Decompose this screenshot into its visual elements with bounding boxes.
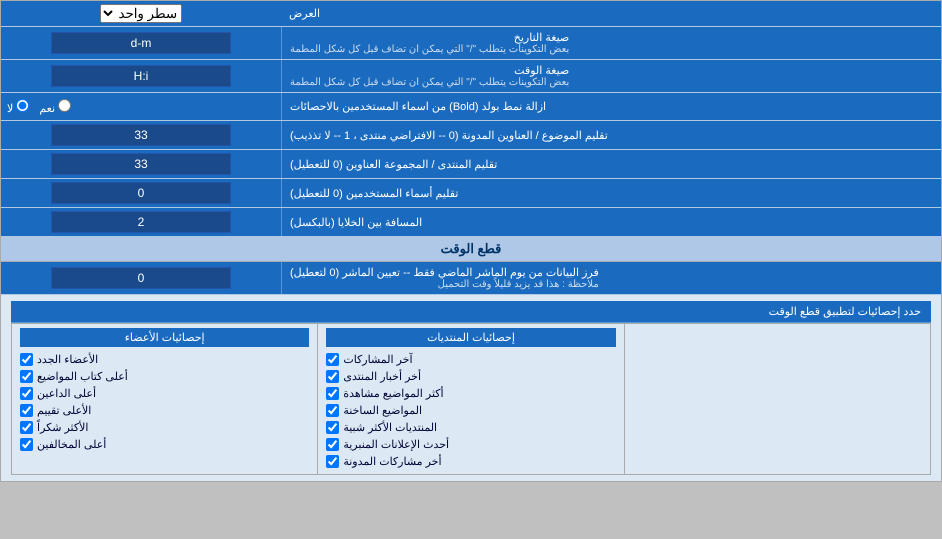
cb-item: الأعضاء الجدد [20, 351, 309, 368]
users-trim-row: تقليم أسماء المستخدمين (0 للتعطيل) [1, 179, 941, 208]
cb-last-posts[interactable] [326, 353, 339, 366]
cb-item: أخر أخبار المنتدى [326, 368, 615, 385]
cb-item: أعلى الداعين [20, 385, 309, 402]
bold-radio-group: نعم لا [7, 99, 71, 115]
time-format-input-container [1, 60, 281, 92]
cb-top-inviters[interactable] [20, 387, 33, 400]
time-format-input[interactable] [51, 65, 231, 87]
topic-trim-input-container [1, 121, 281, 149]
time-format-label: صيغة الوقت بعض التكوينات يتطلب "/" التي … [281, 60, 941, 92]
bold-remove-label: ازالة نمط بولد (Bold) من اسماء المستخدمي… [281, 93, 941, 120]
forum-trim-row: تقليم المنتدى / المجموعة العناوين (0 للت… [1, 150, 941, 179]
bold-remove-row: ازالة نمط بولد (Bold) من اسماء المستخدمي… [1, 93, 941, 121]
cb-forum-news[interactable] [326, 370, 339, 383]
radio-no[interactable] [16, 99, 29, 112]
checkboxes-section: حدد إحصائيات لتطبيق قطع الوقت إحصائيات ا… [1, 295, 941, 481]
spacer-col [624, 324, 930, 474]
radio-yes[interactable] [58, 99, 71, 112]
cb-most-thanked[interactable] [20, 421, 33, 434]
checkboxes-grid: إحصائيات المنتديات آخر المشاركات أخر أخب… [11, 323, 931, 475]
cb-top-violators[interactable] [20, 438, 33, 451]
cb-item: أعلى المخالفين [20, 436, 309, 453]
checkboxes-top-label: حدد إحصائيات لتطبيق قطع الوقت [11, 301, 931, 323]
cb-most-similar[interactable] [326, 421, 339, 434]
top-label: العرض [281, 1, 941, 26]
checkbox-col-members: إحصائيات الأعضاء الأعضاء الجدد أعلى كتاب… [12, 324, 317, 474]
forums-col-header: إحصائيات المنتديات [326, 328, 615, 347]
cb-new-members[interactable] [20, 353, 33, 366]
date-format-input[interactable] [51, 32, 231, 54]
users-trim-label: تقليم أسماء المستخدمين (0 للتعطيل) [281, 179, 941, 207]
users-trim-input-container [1, 179, 281, 207]
cb-item: أعلى كتاب المواضيع [20, 368, 309, 385]
topic-trim-row: تقليم الموضوع / العناوين المدونة (0 -- ا… [1, 121, 941, 150]
space-cells-input-container [1, 208, 281, 236]
forum-trim-input[interactable] [51, 153, 231, 175]
space-cells-row: المسافة بين الخلايا (بالبكسل) [1, 208, 941, 237]
date-format-input-container [1, 27, 281, 59]
users-trim-input[interactable] [51, 182, 231, 204]
cutoff-row: فرز البيانات من يوم الماشر الماضي فقط --… [1, 262, 941, 295]
cb-most-viewed[interactable] [326, 387, 339, 400]
cb-item: آخر المشاركات [326, 351, 615, 368]
forum-trim-input-container [1, 150, 281, 178]
main-container: العرض سطر واحد سطرين ثلاثة أسطر صيغة الت… [0, 0, 942, 482]
cb-item: الأكثر شكراً [20, 419, 309, 436]
members-col-header: إحصائيات الأعضاء [20, 328, 309, 347]
cutoff-input-container [1, 262, 281, 294]
cb-item: أكثر المواضيع مشاهدة [326, 385, 615, 402]
cb-announcements[interactable] [326, 438, 339, 451]
checkbox-col-forums: إحصائيات المنتديات آخر المشاركات أخر أخب… [317, 324, 623, 474]
cb-item: أحدث الإعلانات المنبرية [326, 436, 615, 453]
bold-remove-input-container: نعم لا [1, 93, 281, 120]
topic-trim-label: تقليم الموضوع / العناوين المدونة (0 -- ا… [281, 121, 941, 149]
section-header: قطع الوقت [1, 237, 941, 262]
space-cells-input[interactable] [51, 211, 231, 233]
radio-no-label: لا [7, 99, 29, 115]
radio-yes-label: نعم [39, 99, 71, 115]
cb-top-rated[interactable] [20, 404, 33, 417]
cb-item: أخر مشاركات المدونة [326, 453, 615, 470]
cb-item: المنتديات الأكثر شبية [326, 419, 615, 436]
cb-item: الأعلى تقييم [20, 402, 309, 419]
date-format-label: صيغة التاريخ بعض التكوينات يتطلب "/" الت… [281, 27, 941, 59]
cutoff-label: فرز البيانات من يوم الماشر الماضي فقط --… [281, 262, 941, 294]
time-format-row: صيغة الوقت بعض التكوينات يتطلب "/" التي … [1, 60, 941, 93]
cutoff-input[interactable] [51, 267, 231, 289]
top-row: العرض سطر واحد سطرين ثلاثة أسطر [1, 1, 941, 27]
cb-item: المواضيع الساخنة [326, 402, 615, 419]
top-select-container: سطر واحد سطرين ثلاثة أسطر [1, 1, 281, 26]
cb-blog-posts[interactable] [326, 455, 339, 468]
cb-hot-topics[interactable] [326, 404, 339, 417]
display-select[interactable]: سطر واحد سطرين ثلاثة أسطر [100, 4, 182, 23]
forum-trim-label: تقليم المنتدى / المجموعة العناوين (0 للت… [281, 150, 941, 178]
date-format-row: صيغة التاريخ بعض التكوينات يتطلب "/" الت… [1, 27, 941, 60]
space-cells-label: المسافة بين الخلايا (بالبكسل) [281, 208, 941, 236]
top-label-text: العرض [289, 7, 320, 20]
cb-top-writers[interactable] [20, 370, 33, 383]
topic-trim-input[interactable] [51, 124, 231, 146]
